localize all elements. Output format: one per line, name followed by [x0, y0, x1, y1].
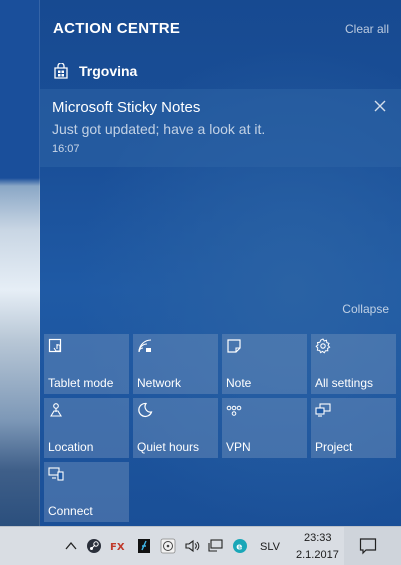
tile-label: All settings	[315, 376, 374, 390]
steam-icon[interactable]	[86, 538, 102, 554]
location-icon	[48, 402, 64, 418]
connect-icon	[48, 466, 64, 482]
note-icon	[226, 338, 242, 354]
tile-network[interactable]: Network	[133, 334, 218, 394]
desktop-wallpaper	[0, 0, 40, 526]
taskbar: FX e SLV 23:33 2.1.2017	[0, 526, 401, 565]
network-icon	[137, 338, 153, 354]
input-language[interactable]: SLV	[260, 541, 280, 553]
tile-all-settings[interactable]: All settings	[311, 334, 396, 394]
vpn-icon	[226, 402, 242, 418]
tile-tablet-mode[interactable]: Tablet mode	[44, 334, 129, 394]
notification-app-header[interactable]: Trgovina	[53, 62, 138, 79]
tile-label: Tablet mode	[48, 376, 114, 390]
tile-label: Connect	[48, 504, 93, 518]
clear-all-button[interactable]: Clear all	[345, 22, 389, 36]
action-centre-title: ACTION CENTRE	[53, 20, 181, 37]
clock-time[interactable]: 23:33	[304, 532, 332, 544]
tablet-mode-icon	[48, 338, 64, 354]
tile-label: VPN	[226, 440, 251, 454]
svg-text:FX: FX	[110, 542, 125, 553]
action-centre-panel: ACTION CENTRE Clear all Trgovina Microso…	[40, 0, 401, 526]
collapse-button[interactable]: Collapse	[342, 302, 389, 316]
notification-title: Microsoft Sticky Notes	[52, 99, 201, 116]
moon-icon	[137, 402, 153, 418]
chevron-up-icon[interactable]	[63, 538, 79, 554]
notification-body: Just got updated; have a look at it.	[52, 121, 266, 137]
clock-date[interactable]: 2.1.2017	[296, 549, 339, 561]
notification-time: 16:07	[52, 143, 80, 155]
svg-text:e: e	[236, 543, 242, 553]
tile-label: Location	[48, 440, 94, 454]
notification-card[interactable]: Microsoft Sticky Notes Just got updated;…	[40, 89, 401, 167]
close-icon[interactable]	[373, 99, 387, 113]
cd-icon[interactable]	[160, 538, 176, 554]
tile-location[interactable]: Location	[44, 398, 129, 458]
store-icon	[53, 62, 69, 79]
tile-connect[interactable]: Connect	[44, 462, 129, 522]
notification-app-name: Trgovina	[79, 63, 138, 79]
settings-gear-icon	[315, 338, 331, 354]
volume-icon[interactable]	[184, 538, 200, 554]
notification-icon	[359, 537, 377, 555]
tile-quiet-hours[interactable]: Quiet hours	[133, 398, 218, 458]
tile-project[interactable]: Project	[311, 398, 396, 458]
network-wired-icon[interactable]	[208, 538, 224, 554]
tile-label: Project	[315, 440, 353, 454]
fx-icon[interactable]: FX	[110, 538, 126, 554]
tile-vpn[interactable]: VPN	[222, 398, 307, 458]
project-icon	[315, 402, 331, 418]
app-icon[interactable]	[136, 538, 152, 554]
eset-icon[interactable]: e	[232, 538, 248, 554]
tile-note[interactable]: Note	[222, 334, 307, 394]
action-centre-button[interactable]	[344, 527, 401, 565]
tile-label: Quiet hours	[137, 440, 200, 454]
tile-label: Note	[226, 376, 252, 390]
tile-label: Network	[137, 376, 182, 390]
